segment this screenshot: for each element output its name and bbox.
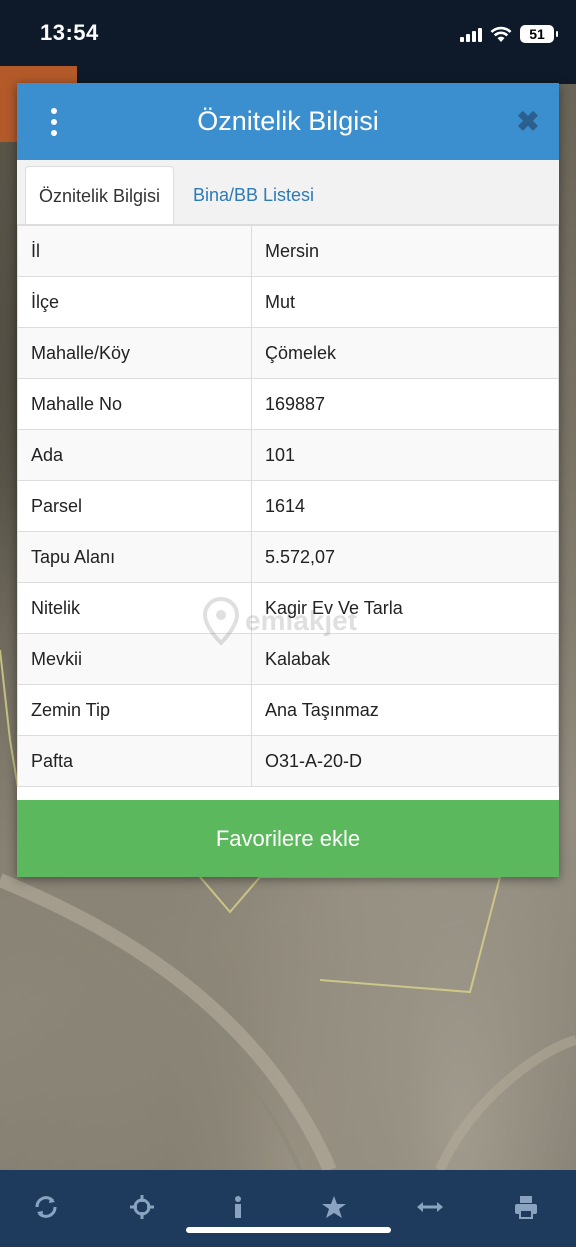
- attribute-value: Çömelek: [251, 327, 559, 379]
- tab-attribute-info[interactable]: Öznitelik Bilgisi: [25, 166, 175, 224]
- table-row: Mahalle/Köy Çömelek: [17, 327, 559, 379]
- attribute-key: Mevkii: [17, 633, 252, 685]
- attribute-value: Mut: [251, 276, 559, 328]
- table-row: Zemin Tip Ana Taşınmaz: [17, 684, 559, 736]
- home-indicator[interactable]: [186, 1227, 391, 1233]
- table-row: Mahalle No 169887: [17, 378, 559, 430]
- battery-icon: 51: [520, 25, 558, 43]
- background-app-header: [77, 66, 576, 84]
- table-row: İlçe Mut: [17, 276, 559, 328]
- attribute-value: 5.572,07: [251, 531, 559, 583]
- info-icon[interactable]: [223, 1194, 253, 1224]
- table-row: Ada 101: [17, 429, 559, 481]
- measure-icon[interactable]: [415, 1194, 445, 1224]
- status-time: 13:54: [40, 20, 99, 45]
- attribute-key: Tapu Alanı: [17, 531, 252, 583]
- attribute-key: Mahalle No: [17, 378, 252, 430]
- attribute-key: Mahalle/Köy: [17, 327, 252, 379]
- status-icons: 51: [460, 22, 558, 46]
- print-icon[interactable]: [511, 1194, 541, 1224]
- attribute-key: Parsel: [17, 480, 252, 532]
- attribute-value: Kagir Ev Ve Tarla: [251, 582, 559, 634]
- attribute-table: İl Mersin İlçe Mut Mahalle/Köy Çömelek Mahalle…: [17, 225, 559, 787]
- table-row: Tapu Alanı 5.572,07: [17, 531, 559, 583]
- attribute-value: Kalabak: [251, 633, 559, 685]
- attribute-key: Nitelik: [17, 582, 252, 634]
- attribute-value: O31-A-20-D: [251, 735, 559, 787]
- attribute-key: Zemin Tip: [17, 684, 252, 736]
- attribute-key: Ada: [17, 429, 252, 481]
- add-to-favorites-button[interactable]: Favorilere ekle: [17, 800, 559, 877]
- attribute-info-modal: Öznitelik Bilgisi ✖ Öznitelik Bilgisi Bi…: [17, 83, 559, 877]
- tab-bar: Öznitelik Bilgisi Bina/BB Listesi: [17, 160, 559, 225]
- attribute-value: Mersin: [251, 225, 559, 277]
- attribute-value: 101: [251, 429, 559, 481]
- modal-header: Öznitelik Bilgisi ✖: [17, 83, 559, 160]
- table-row: Mevkii Kalabak: [17, 633, 559, 685]
- tab-building-list[interactable]: Bina/BB Listesi: [180, 166, 327, 224]
- attribute-value: 169887: [251, 378, 559, 430]
- attribute-key: Pafta: [17, 735, 252, 787]
- bottom-toolbar: [0, 1170, 576, 1247]
- table-row: Pafta O31-A-20-D: [17, 735, 559, 787]
- table-row: İl Mersin: [17, 225, 559, 277]
- table-row: Parsel 1614: [17, 480, 559, 532]
- cellular-signal-icon: [460, 26, 482, 42]
- attribute-key: İlçe: [17, 276, 252, 328]
- attribute-key: İl: [17, 225, 252, 277]
- star-icon[interactable]: [319, 1194, 349, 1224]
- wifi-icon: [490, 26, 512, 42]
- status-bar: 13:54 51: [0, 0, 576, 66]
- table-row: Nitelik Kagir Ev Ve Tarla: [17, 582, 559, 634]
- modal-title: Öznitelik Bilgisi: [197, 106, 379, 136]
- crosshair-icon[interactable]: [127, 1194, 157, 1224]
- attribute-value: 1614: [251, 480, 559, 532]
- more-options-icon[interactable]: [41, 105, 67, 139]
- refresh-icon[interactable]: [31, 1194, 61, 1224]
- close-button[interactable]: ✖: [513, 107, 543, 137]
- attribute-value: Ana Taşınmaz: [251, 684, 559, 736]
